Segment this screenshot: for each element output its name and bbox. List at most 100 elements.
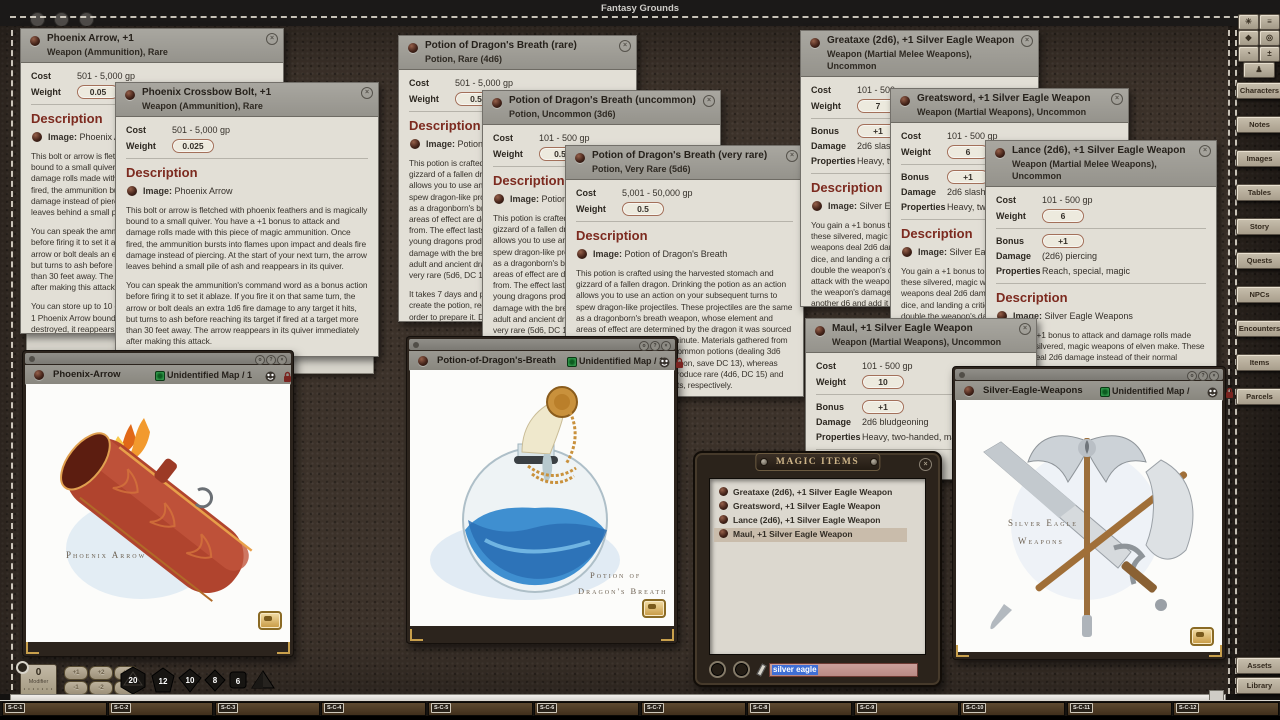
sidebar-button-encounters[interactable]: Encounters bbox=[1236, 320, 1280, 337]
d6-die[interactable]: 6 bbox=[229, 671, 247, 689]
zoom-tool-icon[interactable]: o bbox=[1187, 371, 1197, 381]
close-icon[interactable]: × bbox=[619, 40, 631, 52]
toolbar-dot-icon[interactable] bbox=[29, 356, 35, 362]
pin-icon[interactable] bbox=[995, 148, 1005, 158]
hotkey-slot[interactable]: S-C-9 bbox=[854, 702, 959, 716]
weight-field[interactable]: 0.025 bbox=[172, 139, 214, 153]
d10-die[interactable]: 10 bbox=[178, 668, 202, 693]
sidebar-button-images[interactable]: Images bbox=[1236, 150, 1280, 167]
close-icon[interactable]: × bbox=[1019, 323, 1031, 335]
modifier-chip[interactable]: -2 bbox=[89, 681, 113, 695]
bonus-field[interactable]: +1 bbox=[862, 400, 904, 414]
sidebar-button-assets[interactable]: Assets bbox=[1236, 657, 1280, 674]
edit-pencil-icon[interactable] bbox=[756, 664, 766, 677]
modifier-chip[interactable]: +1 bbox=[64, 666, 88, 680]
player-view-icon[interactable] bbox=[659, 355, 670, 366]
modifier-chip[interactable]: -1 bbox=[64, 681, 88, 695]
sidebar-button-characters[interactable]: Characters bbox=[1236, 82, 1280, 99]
list-item[interactable]: Greatsword, +1 Silver Eagle Weapon bbox=[714, 500, 921, 514]
sidebar-button-library[interactable]: Library bbox=[1236, 677, 1280, 694]
close-icon[interactable]: × bbox=[786, 150, 798, 162]
weight-field[interactable]: 0.05 bbox=[77, 85, 119, 99]
lock-icon[interactable] bbox=[675, 355, 684, 366]
image-titlebar[interactable]: Silver-Eagle-Weapons Unidentified Map / bbox=[955, 381, 1223, 401]
search-input[interactable]: silver eagle bbox=[769, 663, 918, 677]
sidebar-button-items[interactable]: Items bbox=[1236, 354, 1280, 371]
identified-badge-icon[interactable] bbox=[155, 371, 165, 381]
hotkey-slot[interactable]: S-C-5 bbox=[428, 702, 533, 716]
close-tool-icon[interactable]: × bbox=[661, 341, 671, 351]
hotkey-slot[interactable]: S-C-6 bbox=[534, 702, 639, 716]
shortcut-button[interactable] bbox=[1190, 627, 1214, 646]
close-icon[interactable]: × bbox=[1111, 93, 1123, 105]
player-view-icon[interactable] bbox=[1207, 385, 1218, 396]
hotkey-slot[interactable]: S-C-11 bbox=[1067, 702, 1172, 716]
filter-button[interactable] bbox=[709, 661, 726, 678]
item-window-titlebar[interactable]: Maul, +1 Silver Eagle Weapon Weapon (Mar… bbox=[806, 319, 1036, 353]
draw-tool-icon[interactable]: ? bbox=[266, 355, 276, 365]
list-item[interactable]: Greataxe (2d6), +1 Silver Eagle Weapon bbox=[714, 486, 921, 500]
zoom-tool-icon[interactable]: o bbox=[255, 355, 265, 365]
item-window-titlebar[interactable]: Phoenix Arrow, +1 Weapon (Ammunition), R… bbox=[21, 29, 283, 63]
weight-field[interactable]: 6 bbox=[1042, 209, 1084, 223]
image-link[interactable]: Image: Potion of Dragon's Breath bbox=[576, 248, 793, 260]
image-titlebar[interactable]: Phoenix-Arrow Unidentified Map / 1 bbox=[25, 365, 291, 385]
lock-icon[interactable] bbox=[1225, 385, 1234, 396]
hotkey-slot[interactable]: S-C-2 bbox=[108, 702, 213, 716]
player-view-icon[interactable] bbox=[265, 369, 276, 380]
identified-badge-icon[interactable] bbox=[1100, 387, 1110, 397]
d12-die[interactable]: 12 bbox=[150, 667, 176, 694]
modifier-chip[interactable]: +2 bbox=[89, 666, 113, 680]
window-control-minimize[interactable] bbox=[54, 12, 69, 27]
hotkey-slot[interactable]: S-C-3 bbox=[215, 702, 320, 716]
item-window-titlebar[interactable]: Potion of Dragon's Breath (rare) Potion,… bbox=[399, 36, 636, 70]
eye-tool-icon[interactable]: ◎ bbox=[1259, 30, 1280, 46]
close-icon[interactable]: × bbox=[266, 33, 278, 45]
close-icon[interactable]: × bbox=[1199, 145, 1211, 157]
image-canvas[interactable]: Phoenix Arrow bbox=[26, 384, 290, 642]
sidebar-button-tables[interactable]: Tables bbox=[1236, 184, 1280, 201]
lock-icon[interactable] bbox=[283, 369, 292, 380]
magic-items-title-plaque[interactable]: MAGIC ITEMS bbox=[755, 453, 880, 471]
tokens-tool-icon[interactable]: ✳ bbox=[1238, 14, 1259, 30]
item-window-titlebar[interactable]: Phoenix Crossbow Bolt, +1 Weapon (Ammuni… bbox=[116, 83, 378, 117]
item-window-titlebar[interactable]: Potion of Dragon's Breath (uncommon) Pot… bbox=[483, 91, 720, 125]
weight-field[interactable]: 6 bbox=[947, 145, 989, 159]
list-item[interactable]: Lance (2d6), +1 Silver Eagle Weapon bbox=[714, 514, 921, 528]
item-window-titlebar[interactable]: Lance (2d6), +1 Silver Eagle Weapon Weap… bbox=[986, 141, 1216, 187]
image-canvas[interactable]: Silver Eagle Weapons bbox=[956, 400, 1222, 652]
hotkey-slot[interactable]: S-C-12 bbox=[1173, 702, 1279, 716]
pin-icon[interactable] bbox=[408, 43, 418, 53]
sidebar-button-parcels[interactable]: Parcels bbox=[1236, 388, 1280, 405]
sidebar-button-quests[interactable]: Quests bbox=[1236, 252, 1280, 269]
view-button[interactable] bbox=[733, 661, 750, 678]
shortcut-button[interactable] bbox=[258, 611, 282, 630]
item-window-titlebar[interactable]: Greataxe (2d6), +1 Silver Eagle Weapon W… bbox=[801, 31, 1038, 77]
pin-icon[interactable] bbox=[492, 98, 502, 108]
pin-icon[interactable] bbox=[575, 153, 585, 163]
pin-icon[interactable] bbox=[810, 38, 820, 48]
modifier-tool-icon[interactable]: ± bbox=[1259, 46, 1280, 62]
item-window-titlebar[interactable]: Greatsword, +1 Silver Eagle Weapon Weapo… bbox=[891, 89, 1128, 123]
bonus-field[interactable]: +1 bbox=[947, 170, 989, 184]
image-titlebar[interactable]: Potion-of-Dragon's-Breath Unidentified M… bbox=[409, 351, 675, 371]
hotkey-slot[interactable]: S-C-7 bbox=[641, 702, 746, 716]
timer-tool-icon[interactable]: ◔ bbox=[1238, 46, 1259, 62]
hotkey-slot[interactable]: S-C-4 bbox=[321, 702, 426, 716]
dice-tool-icon[interactable]: ◆ bbox=[1238, 30, 1259, 46]
window-control-close[interactable] bbox=[30, 12, 45, 27]
list-item-selected[interactable]: Maul, +1 Silver Eagle Weapon bbox=[714, 528, 907, 542]
pin-icon[interactable] bbox=[815, 326, 825, 336]
image-link[interactable]: Image: Phoenix Arrow bbox=[126, 185, 368, 197]
draw-tool-icon[interactable]: ? bbox=[650, 341, 660, 351]
hotkey-slot[interactable]: S-C-1 bbox=[2, 702, 107, 716]
close-tool-icon[interactable]: × bbox=[1209, 371, 1219, 381]
d20-die[interactable]: 20 bbox=[119, 666, 147, 695]
toolbar-dot-icon[interactable] bbox=[959, 372, 965, 378]
sidebar-button-notes[interactable]: Notes bbox=[1236, 116, 1280, 133]
close-icon[interactable]: × bbox=[1021, 35, 1033, 47]
d4-die[interactable] bbox=[251, 670, 275, 690]
pin-icon[interactable] bbox=[900, 96, 910, 106]
close-icon[interactable]: × bbox=[919, 458, 932, 471]
d8-die[interactable]: 8 bbox=[204, 669, 226, 692]
